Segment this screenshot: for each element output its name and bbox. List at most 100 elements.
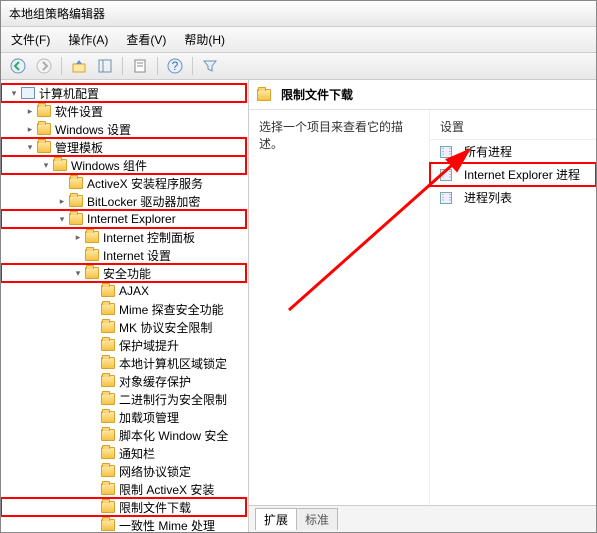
folder-icon: [101, 375, 115, 387]
folder-icon: [85, 267, 99, 279]
forward-button[interactable]: [33, 56, 55, 76]
tree-item-label: 加载项管理: [119, 409, 179, 426]
details-body: 选择一个项目来查看它的描述。 设置 所有进程Internet Explorer …: [249, 110, 596, 505]
folder-icon: [101, 519, 115, 531]
expand-icon[interactable]: ▸: [55, 194, 69, 208]
tree-item-label: 管理模板: [55, 139, 103, 156]
tree-item[interactable]: 加载项管理: [1, 408, 246, 426]
tree-item[interactable]: 脚本化 Window 安全: [1, 426, 246, 444]
folder-icon: [101, 447, 115, 459]
tree-item[interactable]: 对象缓存保护: [1, 372, 246, 390]
tree-item[interactable]: 保护域提升: [1, 336, 246, 354]
folder-icon: [53, 159, 67, 171]
tree-item[interactable]: Mime 探查安全功能: [1, 300, 246, 318]
svg-text:?: ?: [172, 59, 179, 73]
settings-column-header[interactable]: 设置: [430, 114, 596, 140]
expand-icon[interactable]: ▾: [23, 140, 37, 154]
tree-item-label: Internet 设置: [103, 247, 171, 264]
expand-icon[interactable]: ▾: [7, 86, 21, 100]
folder-icon: [101, 357, 115, 369]
tree-item-label: Windows 组件: [71, 157, 147, 174]
tree-item-label: 限制文件下载: [119, 499, 191, 516]
expand-icon[interactable]: ▸: [71, 230, 85, 244]
details-header: 限制文件下载: [249, 80, 596, 110]
content-area: ▾计算机配置▸软件设置▸Windows 设置▾管理模板▾Windows 组件Ac…: [1, 80, 596, 532]
expand-icon[interactable]: ▸: [23, 104, 37, 118]
tree-item[interactable]: 网络协议锁定: [1, 462, 246, 480]
titlebar: 本地组策略编辑器: [1, 1, 596, 27]
tree-item-label: 保护域提升: [119, 337, 179, 354]
folder-icon: [101, 411, 115, 423]
tree-item[interactable]: Internet 设置: [1, 246, 246, 264]
setting-label: 进程列表: [464, 189, 512, 206]
menu-view[interactable]: 查看(V): [120, 29, 172, 50]
menu-action[interactable]: 操作(A): [62, 29, 114, 50]
tab-extended[interactable]: 扩展: [255, 508, 297, 530]
setting-item[interactable]: 进程列表: [430, 186, 596, 209]
menu-file[interactable]: 文件(F): [5, 29, 56, 50]
tree-item[interactable]: ▸ 软件设置: [1, 102, 246, 120]
folder-icon: [101, 429, 115, 441]
separator: [122, 57, 123, 75]
expand-icon: [87, 374, 101, 388]
expand-icon[interactable]: ▾: [39, 158, 53, 172]
menu-help[interactable]: 帮助(H): [178, 29, 231, 50]
expand-icon: [87, 464, 101, 478]
tree-item-label: 软件设置: [55, 103, 103, 120]
setting-item[interactable]: 所有进程: [430, 140, 596, 163]
tree-item-label: 安全功能: [103, 265, 151, 282]
expand-icon: [87, 518, 101, 532]
tree-item[interactable]: ▾ 计算机配置: [1, 84, 246, 102]
tree-item[interactable]: 一致性 Mime 处理: [1, 516, 246, 532]
tree-item[interactable]: ActiveX 安装程序服务: [1, 174, 246, 192]
tree-item[interactable]: ▸Internet 控制面板: [1, 228, 246, 246]
tree-item-label: 限制 ActiveX 安装: [119, 481, 214, 498]
tree-item[interactable]: ▾ Windows 组件: [1, 156, 246, 174]
properties-button[interactable]: [129, 56, 151, 76]
tree-item-label: 通知栏: [119, 445, 155, 462]
tree-item[interactable]: AJAX: [1, 282, 246, 300]
expand-icon[interactable]: ▾: [71, 266, 85, 280]
tree-item[interactable]: 通知栏: [1, 444, 246, 462]
show-hide-button[interactable]: [94, 56, 116, 76]
tree-item[interactable]: ▾ 安全功能: [1, 264, 246, 282]
separator: [61, 57, 62, 75]
folder-icon: [37, 123, 51, 135]
folder-icon: [85, 231, 99, 243]
tree-item[interactable]: 本地计算机区域锁定: [1, 354, 246, 372]
tree-item[interactable]: 限制文件下载: [1, 498, 246, 516]
setting-item[interactable]: Internet Explorer 进程: [430, 163, 596, 186]
tree-item-label: 计算机配置: [39, 85, 99, 102]
filter-button[interactable]: [199, 56, 221, 76]
tree-item[interactable]: ▾ 管理模板: [1, 138, 246, 156]
tree-item[interactable]: 限制 ActiveX 安装: [1, 480, 246, 498]
folder-icon: [101, 465, 115, 477]
tree-item[interactable]: ▸ Windows 设置: [1, 120, 246, 138]
folder-icon: [101, 483, 115, 495]
toolbar: ?: [1, 53, 596, 80]
separator: [192, 57, 193, 75]
expand-icon: [87, 446, 101, 460]
folder-icon: [101, 339, 115, 351]
up-button[interactable]: [68, 56, 90, 76]
tree-item[interactable]: ▸BitLocker 驱动器加密: [1, 192, 246, 210]
tree-item[interactable]: MK 协议安全限制: [1, 318, 246, 336]
expand-icon: [87, 284, 101, 298]
folder-icon: [69, 195, 83, 207]
tree-item-label: Windows 设置: [55, 121, 131, 138]
expand-icon[interactable]: ▾: [55, 212, 69, 226]
expand-icon: [87, 410, 101, 424]
tree-item[interactable]: 二进制行为安全限制: [1, 390, 246, 408]
expand-icon: [87, 338, 101, 352]
tree-item-label: Internet Explorer: [87, 212, 176, 226]
help-button[interactable]: ?: [164, 56, 186, 76]
tab-standard[interactable]: 标准: [296, 508, 338, 530]
tree-pane[interactable]: ▾计算机配置▸软件设置▸Windows 设置▾管理模板▾Windows 组件Ac…: [1, 80, 249, 532]
tree-item-label: MK 协议安全限制: [119, 319, 212, 336]
tree-item-label: AJAX: [119, 284, 149, 298]
expand-icon[interactable]: ▸: [23, 122, 37, 136]
policy-tree: ▾计算机配置▸软件设置▸Windows 设置▾管理模板▾Windows 组件Ac…: [1, 80, 248, 532]
tree-item-label: Mime 探查安全功能: [119, 301, 224, 318]
tree-item[interactable]: ▾ Internet Explorer: [1, 210, 246, 228]
back-button[interactable]: [7, 56, 29, 76]
